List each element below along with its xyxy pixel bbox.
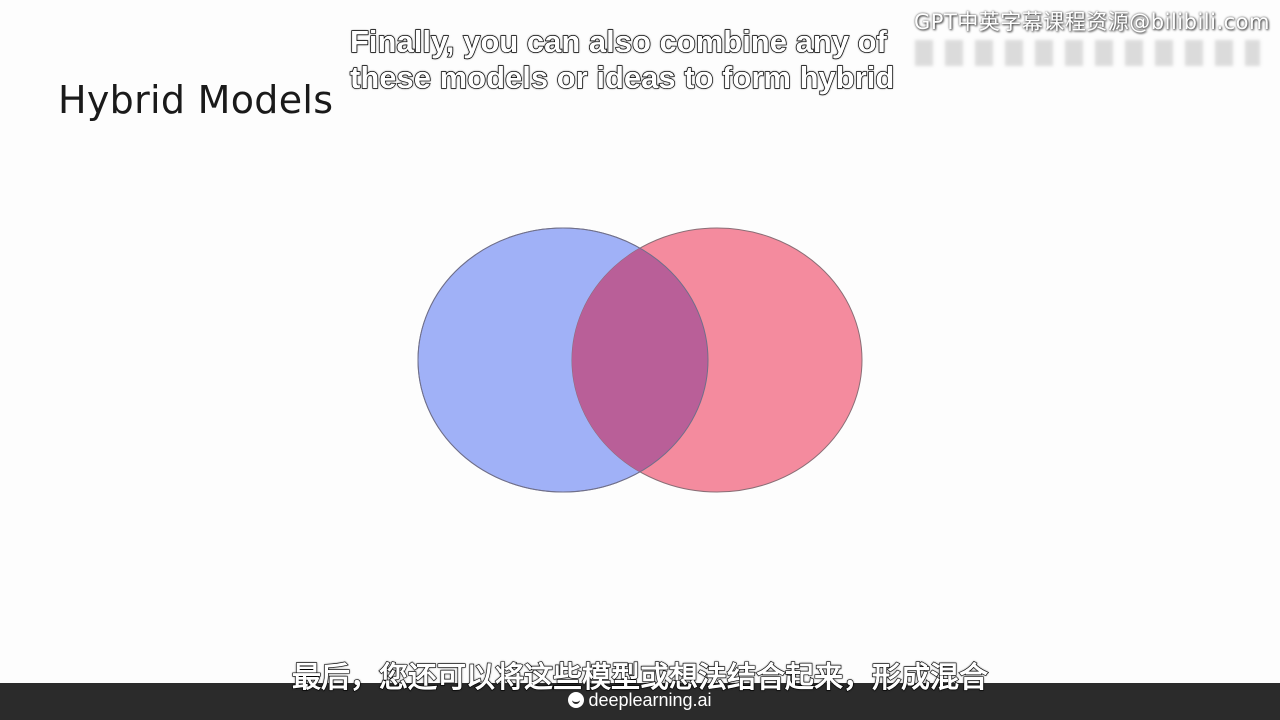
slide: Hybrid Models GPT中英字幕课程资源@bilibili.com F… [0,0,1280,720]
venn-diagram [417,227,863,493]
brand-footer: deeplearning.ai [0,690,1280,711]
subtitle-english: Finally, you can also combine any of the… [349,23,950,96]
subtitle-english-line-2: these models or ideas to form hybrid [349,59,895,95]
subtitle-english-line-1: Finally, you can also combine any of [349,23,887,59]
watermark: GPT中英字幕课程资源@bilibili.com [914,10,1270,34]
deeplearning-logo-icon [568,692,585,708]
watermark-ghost [915,40,1260,66]
brand-name: deeplearning.ai [588,690,712,710]
